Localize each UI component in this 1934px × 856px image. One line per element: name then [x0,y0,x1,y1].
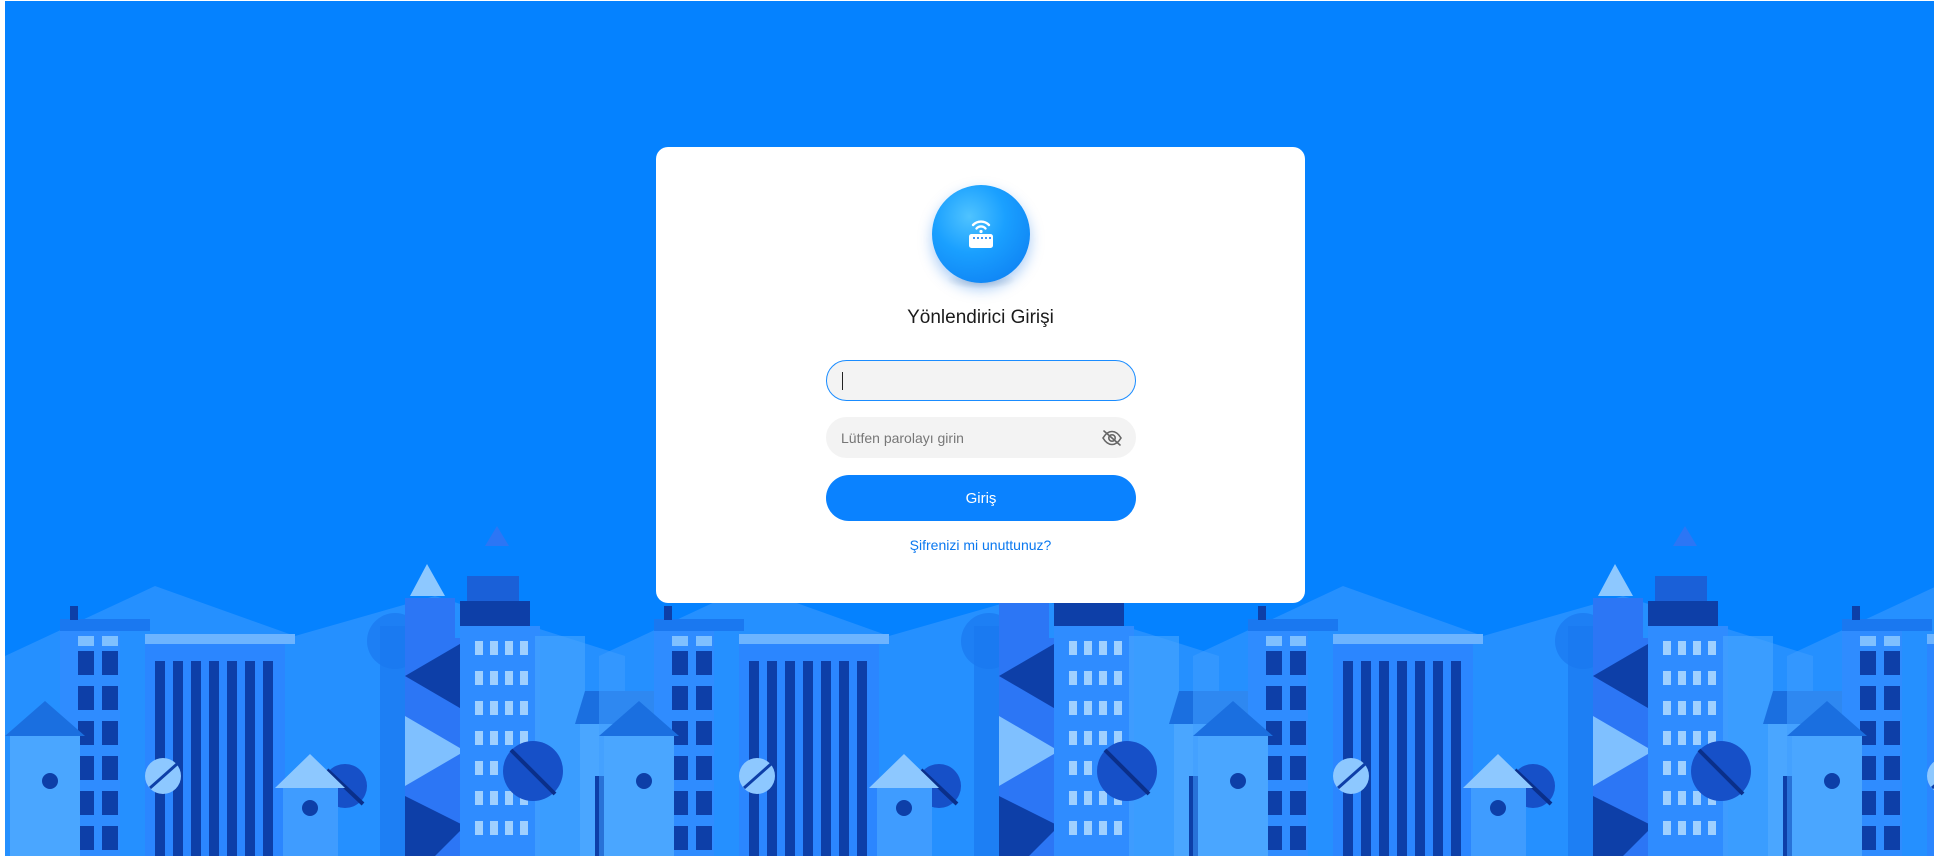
router-wifi-icon [932,185,1030,283]
login-card: Yönlendirici Girişi Giriş Şifrenizi mi u… [656,147,1305,603]
forgot-password-link[interactable]: Şifrenizi mi unuttunuz? [656,537,1305,553]
password-field[interactable] [826,417,1136,458]
password-input[interactable] [827,418,1135,457]
login-button[interactable]: Giriş [826,475,1136,521]
logo-container [932,185,1030,295]
eye-off-icon[interactable] [1101,429,1123,447]
username-input[interactable] [827,361,1135,400]
login-page-background: Yönlendirici Girişi Giriş Şifrenizi mi u… [5,1,1934,856]
text-caret [842,372,843,390]
page-title: Yönlendirici Girişi [907,307,1054,328]
username-field[interactable] [826,360,1136,401]
